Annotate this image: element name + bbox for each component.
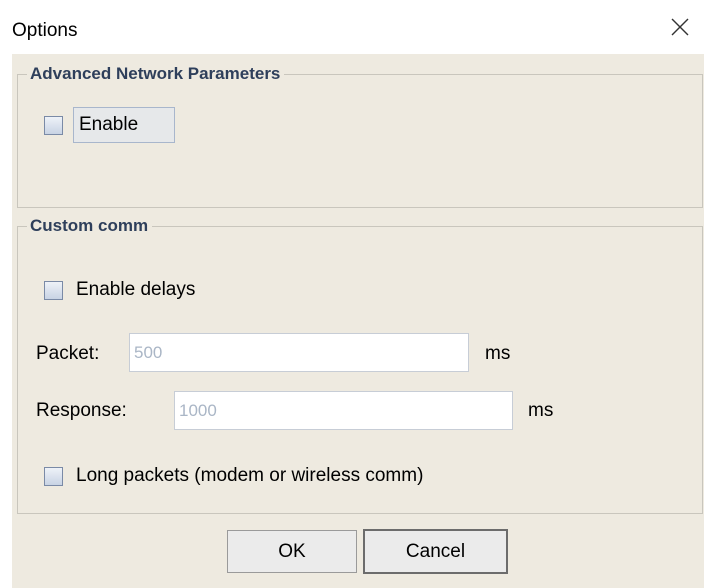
enable-label[interactable]: Enable	[79, 114, 138, 136]
window-border-right	[704, 54, 710, 588]
window-title: Options	[12, 20, 78, 41]
enable-checkbox[interactable]	[44, 116, 63, 135]
enable-delays-checkbox[interactable]	[44, 281, 63, 300]
advanced-network-group: Advanced Network Parameters Enable	[17, 64, 703, 208]
title-bar[interactable]: Options	[0, 0, 710, 54]
custom-comm-group-title: Custom comm	[27, 216, 153, 236]
response-input[interactable]	[174, 391, 513, 430]
close-button[interactable]	[650, 0, 710, 54]
packet-unit: ms	[485, 343, 511, 364]
packet-input[interactable]	[129, 333, 469, 372]
long-packets-label[interactable]: Long packets (modem or wireless comm)	[76, 465, 423, 487]
close-icon	[671, 18, 689, 36]
ok-button[interactable]: OK	[227, 530, 357, 573]
response-label: Response:	[36, 400, 127, 421]
response-unit: ms	[528, 400, 554, 421]
enable-delays-label[interactable]: Enable delays	[76, 279, 195, 301]
packet-label: Packet:	[36, 343, 100, 364]
long-packets-checkbox[interactable]	[44, 467, 63, 486]
custom-comm-group: Custom comm Enable delays Packet: ms Res…	[17, 216, 703, 514]
options-dialog: Options Advanced Network Parameters Enab…	[0, 0, 710, 588]
cancel-button[interactable]: Cancel	[363, 529, 508, 574]
advanced-network-group-title: Advanced Network Parameters	[27, 64, 285, 84]
window-border-left	[0, 54, 12, 588]
